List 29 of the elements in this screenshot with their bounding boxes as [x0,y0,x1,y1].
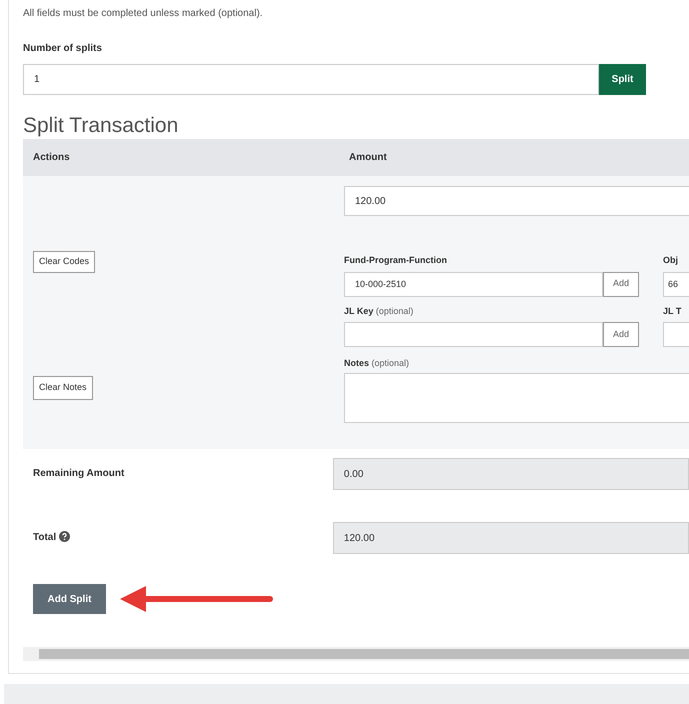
column-header: Actions [33,151,71,165]
column-header: Amount [349,151,387,165]
code-input[interactable] [344,322,603,347]
code-input[interactable]: 66 [663,272,689,296]
field-label: JL T [663,304,682,318]
readonly-input[interactable]: 0.00 [332,458,689,490]
add-split-button[interactable]: Add Split [33,584,106,614]
arrow-icon [120,584,274,614]
clear-notes-button[interactable]: Clear Notes [33,376,93,400]
add-button[interactable]: Add [603,322,639,347]
field-label: Fund-Program-Function [344,254,447,267]
amount-input[interactable]: 120.00 [344,186,689,216]
scrollbar[interactable] [23,647,689,661]
add-button[interactable]: Add [603,272,639,296]
field-label: Remaining Amount [33,467,124,481]
help-icon[interactable] [59,531,70,542]
field-label: Number of splits [23,42,102,56]
split-button[interactable]: Split [599,64,646,95]
section-heading: Split Transaction [23,113,178,139]
clear-codes-button[interactable]: Clear Codes [33,251,96,273]
field-label: Notes (optional) [344,357,410,370]
field-label: JL Key (optional) [344,304,414,318]
code-input[interactable]: 10-000-2510 [344,272,603,296]
field-label: Obj [663,254,678,267]
field-label: Total [33,531,56,545]
splits-input[interactable]: 1 [23,64,599,95]
notes-input[interactable] [344,372,689,422]
readonly-input[interactable]: 120.00 [332,522,689,554]
instruction-text: All fields must be completed unless marked (optional). [23,7,263,21]
